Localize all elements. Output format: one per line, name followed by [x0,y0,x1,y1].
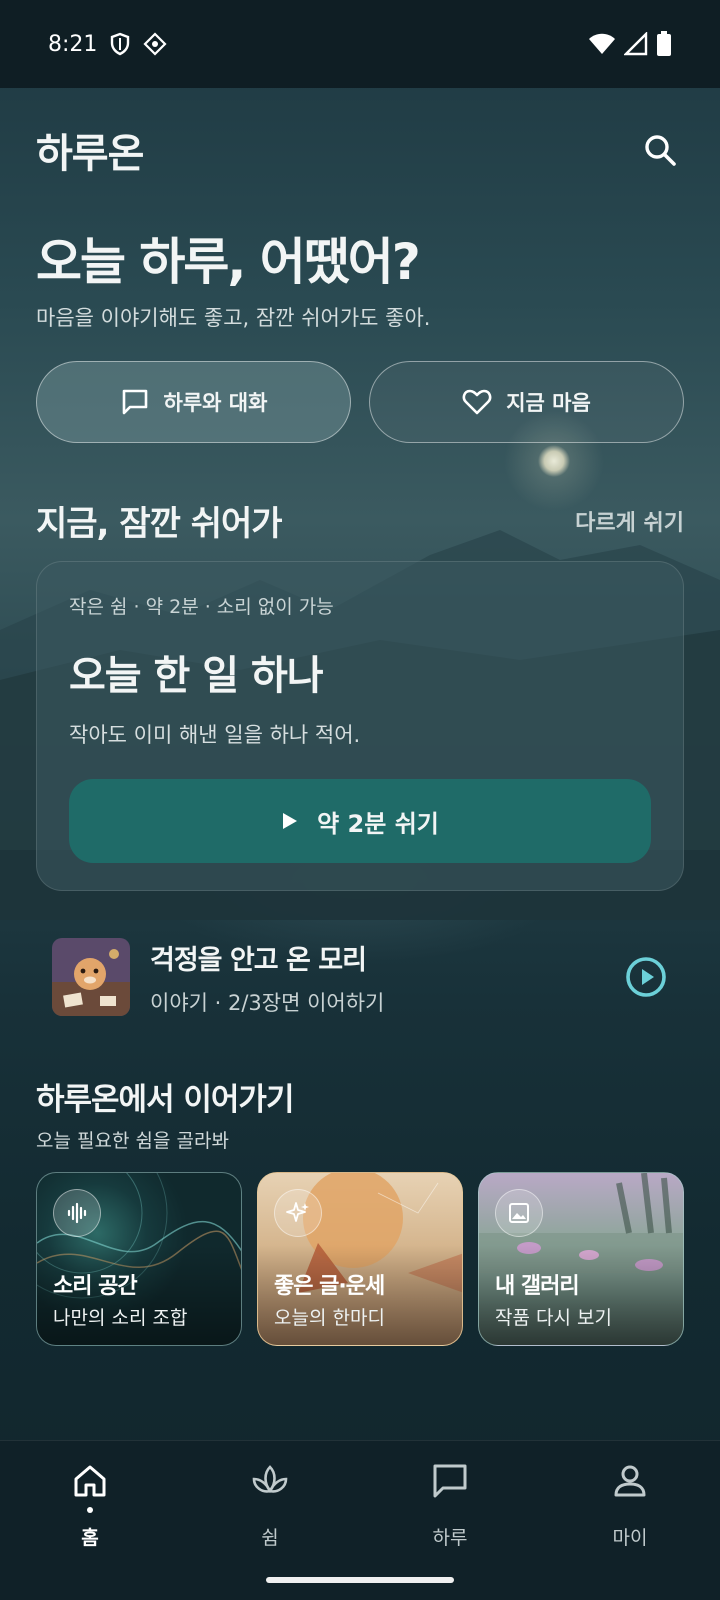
continue-tiles: 소리 공간 나만의 소리 조합 좋은 글·운세 오늘의 한마디 내 갤러리 작품… [36,1172,684,1346]
story-thumbnail [52,938,130,1016]
nav-item-my[interactable]: 마이 [540,1441,720,1600]
rest-card[interactable]: 작은 쉼 · 약 2분 · 소리 없이 가능 오늘 한 일 하나 작아도 이미 … [36,561,684,891]
home-icon [68,1459,112,1503]
start-rest-label: 약 2분 쉬기 [317,809,439,838]
person-icon [608,1459,652,1503]
leaf-icon [248,1459,292,1503]
story-continue-row[interactable]: 걱정을 안고 온 모리 이야기 · 2/3장면 이어하기 [52,938,668,1016]
shield-icon [111,32,130,56]
current-mood-label: 지금 마음 [506,391,591,415]
chat-with-haru-label: 하루와 대화 [163,391,268,415]
search-button[interactable] [636,126,684,174]
nav-label-home: 홈 [81,1527,99,1549]
app-bar: 하루온 [36,120,684,180]
page-headline: 오늘 하루, 어땠어? [36,233,421,291]
tile-sound-space[interactable]: 소리 공간 나만의 소리 조합 [36,1172,242,1346]
home-gesture-bar[interactable] [266,1577,454,1583]
nav-label-rest: 쉼 [261,1527,279,1549]
story-progress: 이야기 · 2/3장면 이어하기 [150,990,385,1015]
tile-sound-space-title: 소리 공간 [53,1274,138,1299]
heart-icon [462,389,492,415]
status-bar: 8:21 [0,0,720,88]
sparkle-icon [274,1189,322,1237]
nav-label-my: 마이 [612,1527,648,1549]
sound-wave-icon [53,1189,101,1237]
play-icon [283,813,298,829]
nav-item-home[interactable]: 홈 [0,1441,180,1600]
story-title: 걱정을 안고 온 모리 [150,944,367,976]
chat-icon [122,389,147,415]
rest-section-header: 지금, 잠깐 쉬어가 다르게 쉬기 [36,496,684,545]
status-time: 8:21 [48,31,98,57]
rest-card-description: 작아도 이미 해낸 일을 하나 적어. [69,723,361,747]
rest-card-title: 오늘 한 일 하나 [69,653,324,699]
nav-label-haru: 하루 [432,1527,468,1549]
continue-section-subtitle: 오늘 필요한 쉼을 골라봐 [36,1130,229,1152]
wifi-icon [589,33,615,54]
diamond-app-icon [143,32,167,56]
rest-differently-link[interactable]: 다르게 쉬기 [575,505,684,537]
start-rest-button[interactable]: 약 2분 쉬기 [69,779,651,863]
chat-icon [428,1459,472,1503]
app-title: 하루온 [36,131,144,177]
page-subline: 마음을 이야기해도 좋고, 잠깐 쉬어가도 좋아. [36,306,431,330]
chat-with-haru-button[interactable]: 하루와 대화 [36,361,351,443]
tile-my-gallery[interactable]: 내 갤러리 작품 다시 보기 [478,1172,684,1346]
tile-my-gallery-subtitle: 작품 다시 보기 [495,1307,612,1329]
rest-card-meta: 작은 쉼 · 약 2분 · 소리 없이 가능 [69,596,334,618]
bottom-navigation: 홈 쉼 하루 마이 [0,1440,720,1600]
play-circle-icon[interactable] [624,955,668,999]
tile-good-words-fortune[interactable]: 좋은 글·운세 오늘의 한마디 [257,1172,463,1346]
tile-sound-space-subtitle: 나만의 소리 조합 [53,1307,188,1329]
rest-section-title: 지금, 잠깐 쉬어가 [36,504,283,544]
tile-good-words-title: 좋은 글·운세 [274,1274,385,1299]
continue-section-title: 하루온에서 이어가기 [36,1082,294,1118]
quick-actions: 하루와 대화 지금 마음 [36,361,684,443]
image-icon [495,1189,543,1237]
battery-icon [657,31,671,56]
search-icon [645,135,676,166]
signal-icon [624,32,648,56]
tile-my-gallery-title: 내 갤러리 [495,1274,580,1299]
active-indicator-dot [87,1507,93,1513]
current-mood-button[interactable]: 지금 마음 [369,361,684,443]
tile-good-words-subtitle: 오늘의 한마디 [274,1307,385,1329]
